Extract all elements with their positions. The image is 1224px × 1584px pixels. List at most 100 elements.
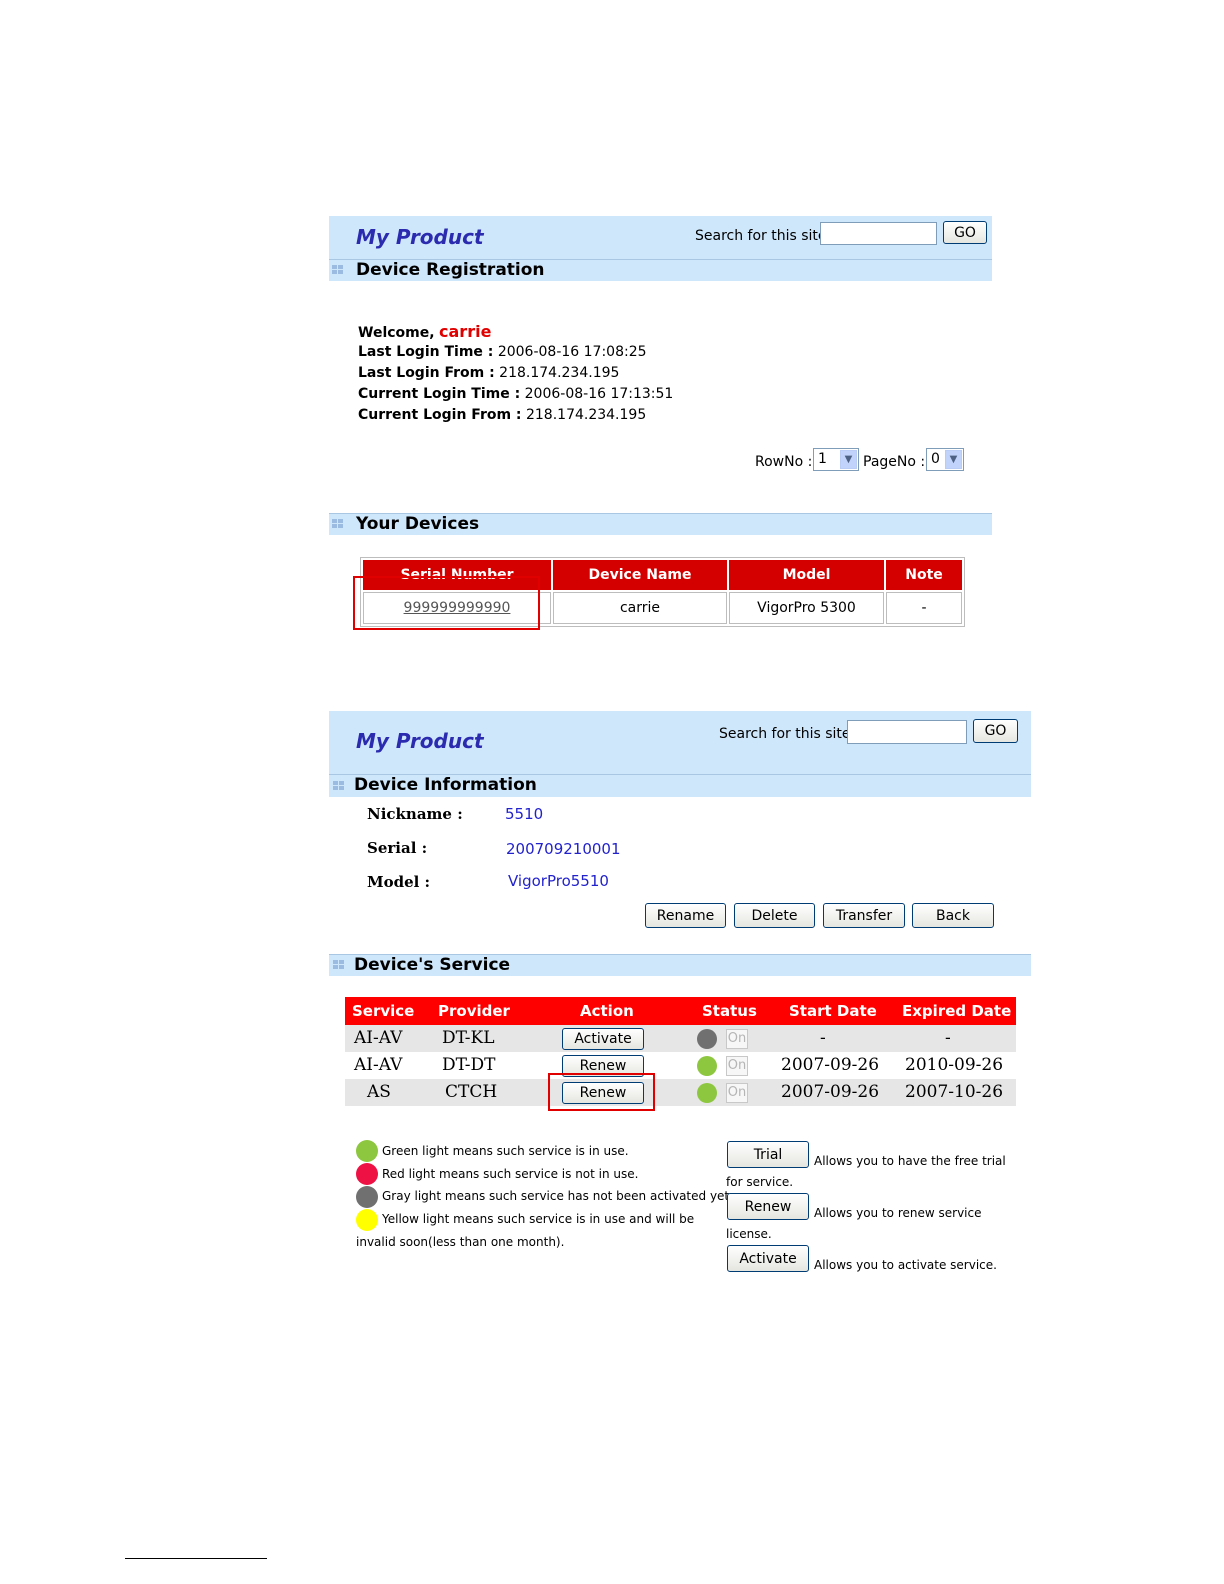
provider-cell: CTCH (445, 1082, 498, 1102)
gray-light-icon (356, 1186, 378, 1208)
status-light (697, 1056, 717, 1076)
info-value: 218.174.234.195 (499, 365, 620, 381)
status-toggle[interactable]: On (726, 1083, 748, 1103)
column-header: Expired Date (902, 1002, 1012, 1020)
section-icon (333, 781, 344, 790)
service-table-header: Service Provider Action Status Start Dat… (345, 997, 1016, 1025)
provider-cell: DT-DT (442, 1055, 496, 1075)
status-light (697, 1083, 717, 1103)
info-label: Current Login From : (358, 407, 522, 423)
legend-gray: Gray light means such service has not be… (382, 1189, 733, 1203)
activate-button[interactable]: Activate (562, 1028, 644, 1050)
expired-date-cell: 2007-10-26 (905, 1082, 1004, 1102)
pageno-value: 0 (931, 451, 940, 467)
search-label: Search for this site (695, 228, 827, 244)
rowno-label: RowNo : (755, 454, 813, 470)
rename-button[interactable]: Rename (645, 903, 726, 928)
trial-help-button[interactable]: Trial (727, 1141, 809, 1168)
welcome-line: Welcome, carrie (358, 322, 491, 341)
red-light-icon (356, 1163, 378, 1185)
activate-help-text: Allows you to activate service. (814, 1258, 997, 1272)
section-icon (332, 519, 343, 528)
column-header: Device Name (553, 560, 727, 590)
model-cell: VigorPro 5300 (729, 592, 884, 624)
start-date-cell: 2007-09-26 (781, 1055, 880, 1075)
rowno-value: 1 (818, 451, 827, 467)
green-light-icon (356, 1140, 378, 1162)
table-row: AS CTCH Renew On 2007-09-26 2007-10-26 (345, 1079, 1016, 1106)
delete-button[interactable]: Delete (734, 903, 815, 928)
serial-highlight-box (353, 576, 540, 630)
section-icon (333, 960, 344, 969)
current-login-time: Current Login Time : 2006-08-16 17:13:51 (358, 386, 673, 402)
device-name-cell: carrie (553, 592, 727, 624)
serial-value: 200709210001 (506, 840, 621, 858)
renew-help-continuation: license. (726, 1227, 772, 1241)
provider-cell: DT-KL (442, 1028, 495, 1048)
info-value: 2006-08-16 17:08:25 (497, 344, 647, 360)
transfer-button[interactable]: Transfer (823, 903, 905, 928)
trial-help-continuation: for service. (726, 1175, 794, 1189)
legend-green: Green light means such service is in use… (382, 1144, 629, 1158)
search-input[interactable] (847, 720, 967, 744)
info-value: 218.174.234.195 (525, 407, 647, 423)
status-toggle[interactable]: On (726, 1056, 748, 1076)
expired-date-cell: - (945, 1028, 951, 1048)
footnote-separator (125, 1558, 267, 1559)
renew-help-text: Allows you to renew service (814, 1206, 982, 1220)
nickname-label: Nickname : (367, 805, 463, 823)
model-value: VigorPro5510 (508, 872, 609, 890)
pageno-select[interactable]: 0 ▼ (926, 448, 964, 471)
legend-red: Red light means such service is not in u… (382, 1167, 639, 1181)
page-title: My Product (356, 225, 484, 249)
rowno-select[interactable]: 1 ▼ (813, 448, 859, 471)
last-login-time: Last Login Time : 2006-08-16 17:08:25 (358, 344, 647, 360)
model-label: Model : (367, 873, 431, 891)
column-header: Provider (438, 1002, 510, 1020)
section-title-devices: Your Devices (356, 514, 480, 534)
info-label: Current Login Time : (358, 386, 521, 402)
column-header: Service (352, 1002, 415, 1020)
last-login-from: Last Login From : 218.174.234.195 (358, 365, 619, 381)
section-title-service: Device's Service (354, 955, 511, 975)
legend-yellow-continuation: invalid soon(less than one month). (356, 1235, 565, 1249)
welcome-label: Welcome, (358, 325, 435, 341)
pageno-label: PageNo : (863, 454, 926, 470)
info-value: 2006-08-16 17:13:51 (524, 386, 674, 402)
section-icon (332, 265, 343, 274)
expired-date-cell: 2010-09-26 (905, 1055, 1004, 1075)
search-label: Search for this site (719, 726, 851, 742)
chevron-down-icon[interactable]: ▼ (945, 450, 962, 469)
go-button[interactable]: GO (973, 719, 1018, 743)
section-title-registration: Device Registration (356, 260, 545, 280)
table-row: AI-AV DT-KL Activate On - - (345, 1025, 1016, 1052)
column-header: Start Date (789, 1002, 877, 1020)
yellow-light-icon (356, 1209, 378, 1231)
search-input[interactable] (820, 222, 937, 245)
username: carrie (439, 322, 492, 341)
column-header: Note (886, 560, 962, 590)
serial-label: Serial : (367, 839, 428, 857)
chevron-down-icon[interactable]: ▼ (840, 450, 857, 469)
status-light (697, 1029, 717, 1049)
start-date-cell: 2007-09-26 (781, 1082, 880, 1102)
trial-help-text: Allows you to have the free trial (814, 1154, 1006, 1168)
go-button[interactable]: GO (943, 221, 987, 244)
activate-help-button[interactable]: Activate (727, 1245, 809, 1272)
back-button[interactable]: Back (912, 903, 994, 928)
service-cell: AI-AV (354, 1055, 403, 1075)
legend-yellow: Yellow light means such service is in us… (382, 1212, 695, 1226)
current-login-from: Current Login From : 218.174.234.195 (358, 407, 646, 423)
renew-highlight-box (548, 1073, 655, 1111)
page-title: My Product (356, 729, 484, 753)
service-cell: AI-AV (354, 1028, 403, 1048)
column-header: Status (702, 1002, 757, 1020)
column-header: Action (580, 1002, 634, 1020)
section-title-information: Device Information (354, 775, 537, 795)
service-cell: AS (367, 1082, 391, 1102)
nickname-value: 5510 (505, 805, 544, 823)
status-toggle[interactable]: On (726, 1029, 748, 1049)
renew-help-button[interactable]: Renew (727, 1193, 809, 1220)
info-label: Last Login Time : (358, 344, 494, 360)
info-label: Last Login From : (358, 365, 495, 381)
